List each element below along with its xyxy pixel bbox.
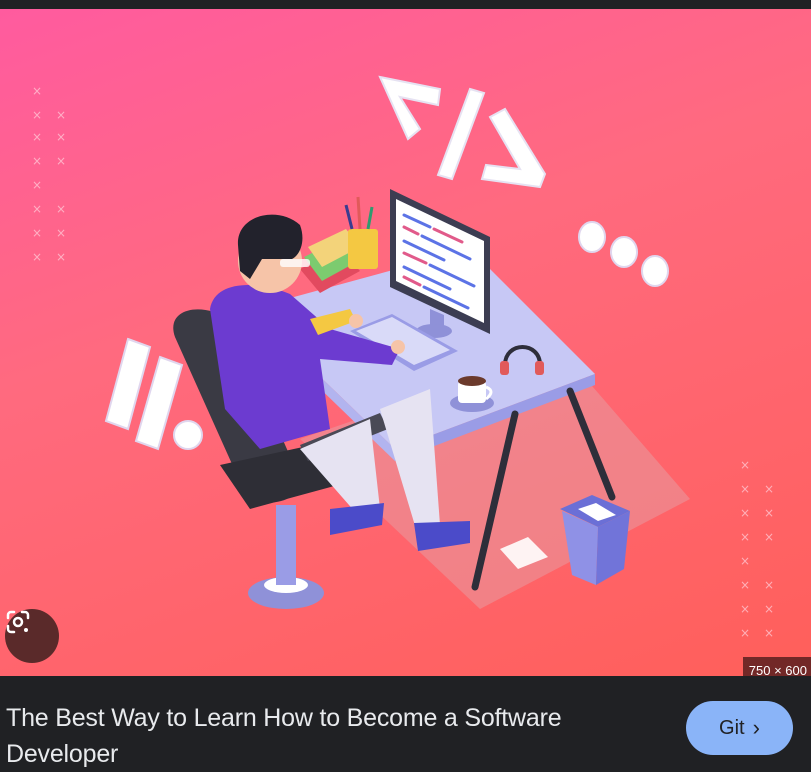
- chevron-right-icon: ›: [752, 715, 760, 740]
- google-lens-button[interactable]: [5, 609, 59, 663]
- svg-text:×: ×: [56, 250, 66, 264]
- top-bar: [0, 0, 811, 9]
- code-symbol-graphic: [378, 75, 547, 189]
- svg-text:×: ×: [32, 108, 42, 122]
- svg-text:×: ×: [56, 154, 66, 168]
- svg-text:×: ×: [56, 226, 66, 240]
- svg-text:×: ×: [32, 178, 42, 192]
- svg-text:×: ×: [32, 250, 42, 264]
- image-dimensions-badge: 750 × 600: [742, 657, 811, 676]
- svg-text:×: ×: [740, 626, 750, 640]
- svg-text:×: ×: [764, 626, 774, 640]
- svg-text:×: ×: [740, 506, 750, 520]
- svg-text:×: ×: [764, 482, 774, 496]
- svg-text:×: ×: [764, 602, 774, 616]
- svg-text:×: ×: [32, 226, 42, 240]
- svg-text:×: ×: [740, 482, 750, 496]
- svg-text:×: ×: [32, 84, 42, 98]
- svg-text:×: ×: [764, 578, 774, 592]
- svg-text:×: ×: [56, 108, 66, 122]
- developer-illustration: × × × × × × × × × × × × × × × × × × × × × × × × × ×…: [32, 75, 774, 640]
- trash-bin: [560, 495, 630, 585]
- svg-text:×: ×: [56, 202, 66, 216]
- image-preview[interactable]: × × × × × × × × × × × × × × × × × × × × × × × × × ×…: [0, 9, 811, 676]
- svg-text:×: ×: [740, 458, 750, 472]
- svg-text:×: ×: [32, 202, 42, 216]
- image-title[interactable]: The Best Way to Learn How to Become a So…: [6, 700, 666, 772]
- svg-text:×: ×: [764, 530, 774, 544]
- visit-button-label: Git: [719, 716, 745, 739]
- svg-text:×: ×: [56, 130, 66, 144]
- visit-button[interactable]: Git ›: [686, 701, 793, 755]
- svg-text:×: ×: [32, 154, 42, 168]
- svg-text:×: ×: [740, 530, 750, 544]
- svg-text:×: ×: [740, 578, 750, 592]
- ellipsis-dots: [578, 221, 669, 287]
- google-lens-icon: [6, 610, 30, 634]
- svg-text:×: ×: [740, 602, 750, 616]
- svg-text:×: ×: [740, 554, 750, 568]
- svg-text:×: ×: [32, 130, 42, 144]
- x-marks-left: × × × × × × × × × × × × × ×: [32, 84, 66, 264]
- svg-text:×: ×: [764, 506, 774, 520]
- x-marks-right: × × × × × × × × × × × × × ×: [740, 458, 774, 640]
